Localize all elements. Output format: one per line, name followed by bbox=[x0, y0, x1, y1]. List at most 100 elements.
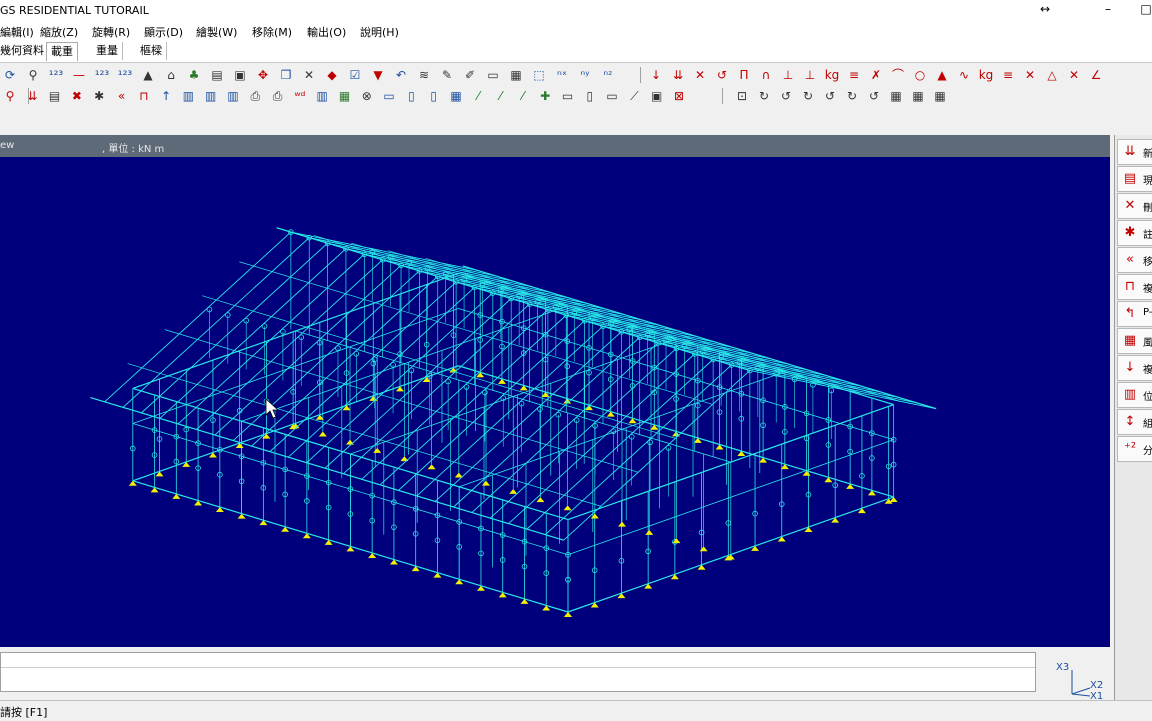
load-panel-button-3[interactable]: ✕ 刪 bbox=[1117, 193, 1152, 219]
rotate-icon[interactable]: ⟳ bbox=[2, 67, 18, 83]
view-xz-icon[interactable]: ▦ bbox=[910, 88, 926, 104]
delete-triangle-icon[interactable]: ✕ bbox=[1066, 67, 1082, 83]
rect2-icon[interactable]: ▯ bbox=[582, 88, 598, 104]
moment-icon[interactable]: ↺ bbox=[714, 67, 730, 83]
view-yz-icon[interactable]: ▦ bbox=[932, 88, 948, 104]
brush-icon[interactable]: ✐ bbox=[462, 67, 478, 83]
printer-icon[interactable]: ⎙ bbox=[247, 88, 263, 104]
cross-icon[interactable]: ✕ bbox=[692, 67, 708, 83]
minimize-button[interactable]: – bbox=[1098, 2, 1118, 16]
grid-pattern2-icon[interactable]: ▥ bbox=[203, 88, 219, 104]
layers-icon[interactable]: ≋ bbox=[416, 67, 432, 83]
paint-icon[interactable]: ✎ bbox=[439, 67, 455, 83]
command-output[interactable] bbox=[0, 652, 1036, 692]
member-icon[interactable]: ⊓ bbox=[136, 88, 152, 104]
member-number-icon[interactable]: — bbox=[71, 67, 87, 83]
cube-icon[interactable]: ◆ bbox=[324, 67, 340, 83]
tab-loads[interactable]: 載重 bbox=[46, 42, 78, 61]
menu-draw[interactable]: 繪製(W) bbox=[196, 24, 237, 40]
load-panel-button-11[interactable]: ↕ 組 bbox=[1117, 409, 1152, 435]
menu-zoom[interactable]: 縮放(Z) bbox=[40, 24, 78, 40]
window3-icon[interactable]: ▯ bbox=[426, 88, 442, 104]
select-box-icon[interactable]: ⊡ bbox=[734, 88, 750, 104]
tab-geometry[interactable]: 幾何資料 bbox=[0, 42, 49, 60]
rot-z-plus-icon[interactable]: ↻ bbox=[844, 88, 860, 104]
grid-pattern-icon[interactable]: ▥ bbox=[180, 88, 196, 104]
window-icon[interactable]: ▭ bbox=[381, 88, 397, 104]
grid-icon[interactable]: ▦ bbox=[508, 67, 524, 83]
frame-load-icon[interactable]: Π bbox=[736, 67, 752, 83]
frame-icon[interactable]: ▭ bbox=[485, 67, 501, 83]
support-load-icon[interactable]: ⊥ bbox=[780, 67, 796, 83]
grid4-icon[interactable]: ▦ bbox=[448, 88, 464, 104]
rot-y-minus-icon[interactable]: ↺ bbox=[822, 88, 838, 104]
menu-output[interactable]: 輸出(O) bbox=[307, 24, 346, 40]
rect1-icon[interactable]: ▭ bbox=[560, 88, 576, 104]
element-number-icon[interactable]: ¹²³ bbox=[94, 67, 110, 83]
load-panel-button-6[interactable]: ⊓ 複 bbox=[1117, 274, 1152, 300]
tab-weight[interactable]: 重量 bbox=[92, 42, 123, 60]
window2-icon[interactable]: ▯ bbox=[403, 88, 419, 104]
view-xy-icon[interactable]: ▦ bbox=[888, 88, 904, 104]
checklist-icon[interactable]: ☑ bbox=[347, 67, 363, 83]
delete-red-icon[interactable]: ✖ bbox=[69, 88, 85, 104]
support-icon[interactable]: ▲ bbox=[140, 67, 156, 83]
node-add-icon[interactable]: ✚ bbox=[537, 88, 553, 104]
menu-help[interactable]: 說明(H) bbox=[360, 24, 399, 40]
table-icon[interactable]: ▥ bbox=[314, 88, 330, 104]
arrow-down-icon[interactable]: ▼ bbox=[370, 67, 386, 83]
load-panel-button-10[interactable]: ▥ 位 bbox=[1117, 382, 1152, 408]
load-panel-button-1[interactable]: ⇊ 新 bbox=[1117, 139, 1152, 165]
menu-edit[interactable]: 編輯(I) bbox=[0, 24, 34, 40]
load-down-icon[interactable]: ⇊ bbox=[24, 88, 40, 104]
zoom-window-icon[interactable]: ⬚ bbox=[531, 67, 547, 83]
menu-display[interactable]: 顯示(D) bbox=[144, 24, 183, 40]
rot-z-minus-icon[interactable]: ↺ bbox=[866, 88, 882, 104]
node-number-icon[interactable]: ¹²³ bbox=[48, 67, 64, 83]
distributed-icon[interactable]: ≡ bbox=[1000, 67, 1016, 83]
load-case-icon[interactable]: ʷᵈ bbox=[292, 88, 308, 104]
load-panel-button-9[interactable]: ↓ 複 bbox=[1117, 355, 1152, 381]
number-y-icon[interactable]: ⁿʸ bbox=[577, 67, 593, 83]
tree-icon[interactable]: ♣ bbox=[186, 67, 202, 83]
draw-line-icon[interactable]: ⁄ bbox=[470, 88, 486, 104]
tab-beam[interactable]: 樞樑 bbox=[136, 42, 167, 60]
grid-pattern3-icon[interactable]: ▥ bbox=[225, 88, 241, 104]
structure-model[interactable] bbox=[0, 157, 1110, 647]
move-left-icon[interactable]: « bbox=[114, 88, 130, 104]
roller-icon[interactable]: ○ bbox=[912, 67, 928, 83]
delete-icon[interactable]: ✕ bbox=[301, 67, 317, 83]
load-panel-button-4[interactable]: ✱ 註 bbox=[1117, 220, 1152, 246]
load-icon[interactable]: ⌂ bbox=[163, 67, 179, 83]
plate-number-icon[interactable]: ¹²³ bbox=[117, 67, 133, 83]
number-x-icon[interactable]: ⁿˣ bbox=[554, 67, 570, 83]
mass-icon[interactable]: ⊥ bbox=[802, 67, 818, 83]
number-z-icon[interactable]: ⁿᶻ bbox=[600, 67, 616, 83]
kg-icon[interactable]: kg bbox=[978, 67, 994, 83]
section-icon[interactable]: ▤ bbox=[209, 67, 225, 83]
point-load-icon[interactable]: ↓ bbox=[648, 67, 664, 83]
building-icon[interactable]: ▦ bbox=[337, 88, 353, 104]
model-viewport[interactable] bbox=[0, 157, 1110, 647]
rot-x-plus-icon[interactable]: ↻ bbox=[756, 88, 772, 104]
menu-rotate[interactable]: 旋轉(R) bbox=[92, 24, 130, 40]
star-icon[interactable]: ✱ bbox=[91, 88, 107, 104]
uniform-load-icon[interactable]: ⇊ bbox=[670, 67, 686, 83]
fixed-icon[interactable]: ▲ bbox=[934, 67, 950, 83]
undo-icon[interactable]: ↶ bbox=[393, 67, 409, 83]
close-box-icon[interactable]: ⊠ bbox=[671, 88, 687, 104]
zoom-icon[interactable]: ⚲ bbox=[25, 67, 41, 83]
spring-icon[interactable]: ∿ bbox=[956, 67, 972, 83]
menu-remove[interactable]: 移除(M) bbox=[252, 24, 292, 40]
copy-icon[interactable]: ❐ bbox=[278, 67, 294, 83]
maximize-button[interactable]: □ bbox=[1136, 2, 1152, 16]
weight-icon[interactable]: kg bbox=[824, 67, 840, 83]
rect5-icon[interactable]: ▣ bbox=[649, 88, 665, 104]
load-panel-button-5[interactable]: «移 bbox=[1117, 247, 1152, 273]
rect3-icon[interactable]: ▭ bbox=[604, 88, 620, 104]
remove-load-icon[interactable]: ✗ bbox=[868, 67, 884, 83]
arch-load-icon[interactable]: ∩ bbox=[758, 67, 774, 83]
draw-line3-icon[interactable]: ⁄ bbox=[515, 88, 531, 104]
column-icon[interactable]: ↑ bbox=[158, 88, 174, 104]
load-panel-button-8[interactable]: ▦ 風 bbox=[1117, 328, 1152, 354]
